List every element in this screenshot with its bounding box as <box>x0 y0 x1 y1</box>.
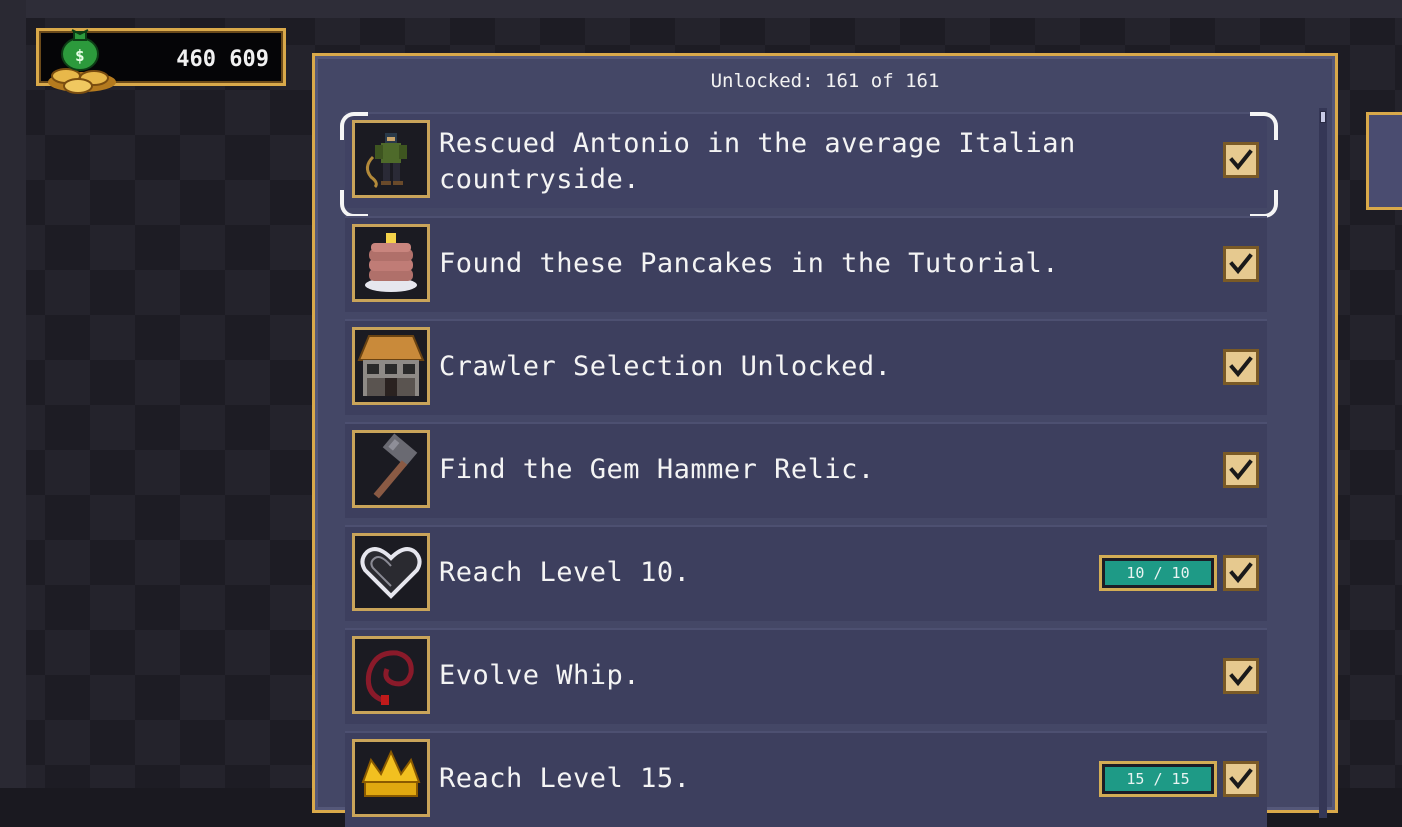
checkmark-icon <box>1229 356 1253 378</box>
top-bar <box>0 0 1402 18</box>
achievement-text: Rescued Antonio in the average Italian c… <box>439 128 1076 195</box>
svg-text:$: $ <box>75 46 85 65</box>
achievement-text: Evolve Whip. <box>439 660 641 691</box>
checkbox[interactable] <box>1223 349 1259 385</box>
checkbox[interactable] <box>1223 658 1259 694</box>
side-panel-edge[interactable] <box>1366 112 1402 210</box>
left-edge <box>0 0 26 788</box>
achievement-row[interactable]: Found these Pancakes in the Tutorial. <box>345 216 1267 312</box>
checkmark-icon <box>1229 562 1253 584</box>
scroll-thumb[interactable] <box>1320 111 1326 123</box>
achievement-text: Find the Gem Hammer Relic. <box>439 454 875 485</box>
achievement-row[interactable]: Find the Gem Hammer Relic. <box>345 422 1267 518</box>
checkmark-icon <box>1229 665 1253 687</box>
unlocked-count: Unlocked: 161 of 161 <box>710 70 940 92</box>
hammer-icon <box>352 430 430 508</box>
checkmark-icon <box>1229 149 1253 171</box>
progress-text: 10 / 10 <box>1126 564 1190 582</box>
selection-corner <box>1250 112 1278 140</box>
checkbox[interactable] <box>1223 246 1259 282</box>
coin-amount: 460 609 <box>176 47 269 72</box>
achievement-row[interactable]: Evolve Whip. <box>345 628 1267 724</box>
achievement-row[interactable]: Reach Level 15. 15 / 15 <box>345 731 1267 827</box>
shop-building-icon <box>352 327 430 405</box>
progress-text: 15 / 15 <box>1126 770 1190 788</box>
selection-corner <box>1250 190 1278 218</box>
checkmark-icon <box>1229 768 1253 790</box>
achievement-text: Reach Level 15. <box>439 763 691 794</box>
achievement-text: Crawler Selection Unlocked. <box>439 351 892 382</box>
selection-corner <box>340 112 368 140</box>
achievement-row[interactable]: Crawler Selection Unlocked. <box>345 319 1267 415</box>
crown-icon <box>352 739 430 817</box>
pancakes-icon <box>352 224 430 302</box>
checkbox[interactable] <box>1223 452 1259 488</box>
checkbox[interactable] <box>1223 761 1259 797</box>
whip-icon <box>352 636 430 714</box>
checkmark-icon <box>1229 459 1253 481</box>
checkbox[interactable] <box>1223 555 1259 591</box>
achievement-row[interactable]: Rescued Antonio in the average Italian c… <box>345 112 1267 208</box>
heart-icon <box>352 533 430 611</box>
achievement-row[interactable]: Reach Level 10. 10 / 10 <box>345 525 1267 621</box>
progress-bar: 15 / 15 <box>1099 761 1217 797</box>
coin-bag-icon: $ <box>48 29 116 94</box>
achievement-text: Reach Level 10. <box>439 557 691 588</box>
checkbox[interactable] <box>1223 142 1259 178</box>
checkmark-icon <box>1229 253 1253 275</box>
scrollbar[interactable] <box>1319 108 1327 818</box>
progress-bar: 10 / 10 <box>1099 555 1217 591</box>
selection-corner <box>340 190 368 218</box>
achievement-text: Found these Pancakes in the Tutorial. <box>439 248 1059 279</box>
